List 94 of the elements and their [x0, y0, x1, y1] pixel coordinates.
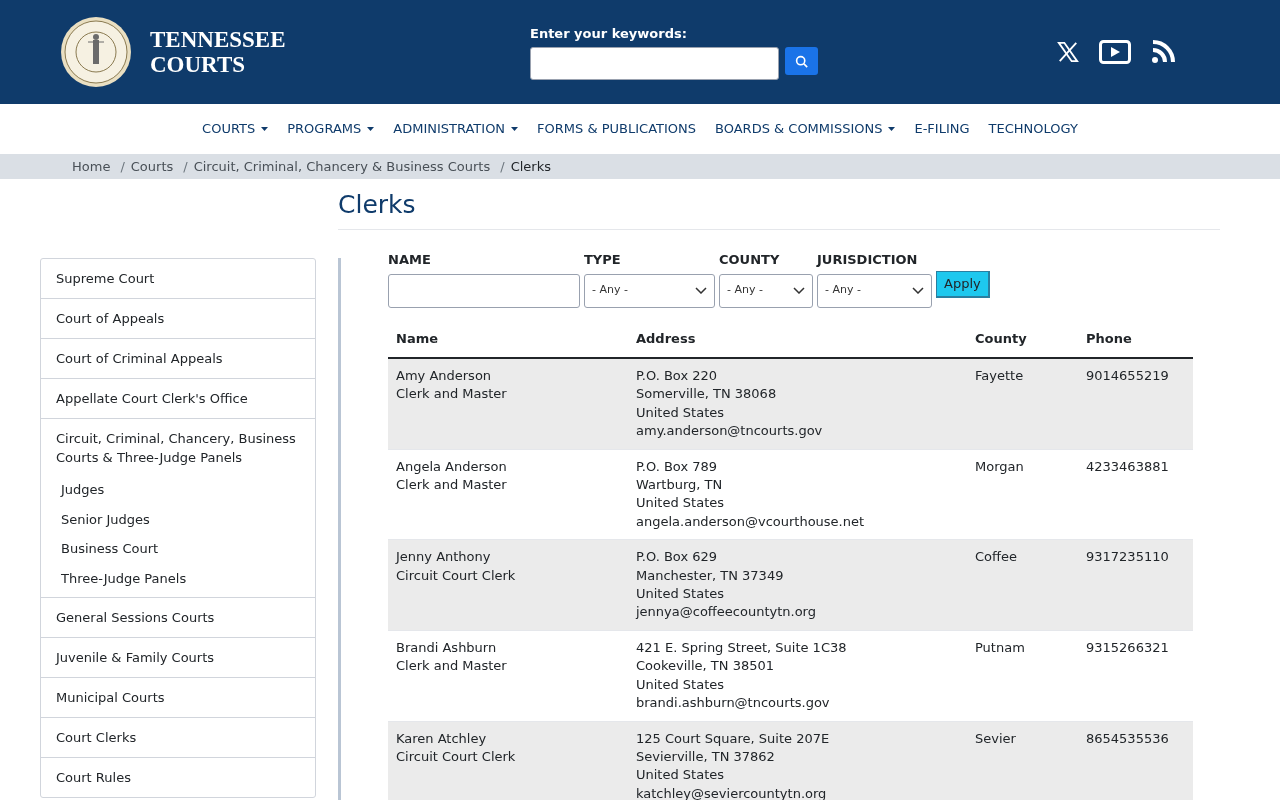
seal-icon — [60, 16, 132, 88]
table-cell: brandi.ashburn@tncourts.gov — [636, 694, 830, 713]
table-cell: amy.anderson@tncourts.gov — [636, 422, 823, 441]
table-cell-text: angela.anderson@vcourthouse.net — [636, 512, 865, 531]
sidebar-link[interactable]: Appellate Court Clerk's Office — [41, 379, 315, 418]
table-cell: United States — [636, 494, 725, 513]
table-cell: 125 Court Square, Suite 207E — [636, 729, 830, 748]
sidebar-link[interactable]: Court Clerks — [41, 718, 315, 757]
table-cell: Wartburg, TN — [636, 476, 723, 495]
sidebar-link[interactable]: General Sessions Courts — [41, 598, 315, 637]
table-cell-text: United States — [636, 675, 725, 694]
table-cell: United States — [636, 585, 725, 604]
page-title: Clerks — [338, 179, 1220, 230]
table-cell-text: 9315266321 — [1086, 638, 1169, 657]
column-header: Address — [628, 319, 967, 358]
filter-label: TYPE — [584, 251, 622, 269]
nav-link[interactable]: TECHNOLOGY — [988, 119, 1078, 139]
nav-link[interactable]: PROGRAMS — [287, 119, 375, 139]
table-cell: Somerville, TN 38068 — [636, 385, 777, 404]
chevron-down-icon — [912, 287, 924, 294]
nav-link[interactable]: E-FILING — [914, 119, 970, 139]
table-cell-text: 421 E. Spring Street, Suite 1C38 — [636, 638, 847, 657]
table-cell: Jenny Anthony — [396, 548, 491, 567]
table-cell-text: Fayette — [975, 367, 1024, 385]
column-header: Name — [388, 319, 628, 358]
table-cell: Cookeville, TN 38501 — [636, 657, 774, 676]
breadcrumb-link[interactable]: Circuit, Criminal, Chancery & Business Courts — [193, 156, 491, 177]
sidebar-link[interactable]: Supreme Court — [41, 259, 315, 298]
breadcrumb-link[interactable]: Home — [72, 156, 111, 177]
table-cell-text: P.O. Box 789 — [636, 457, 718, 476]
sidebar-link[interactable]: Municipal Courts — [41, 678, 315, 717]
filter-label: JURISDICTION — [817, 251, 919, 269]
table-cell-text: Morgan — [975, 457, 1024, 476]
sidebar-link[interactable]: Court Rules — [41, 758, 315, 797]
table-cell: 8654535536 — [1086, 729, 1169, 748]
table-cell: P.O. Box 629 — [636, 548, 718, 567]
video-icon[interactable] — [1099, 40, 1131, 64]
table-cell: Coffee — [975, 548, 1017, 567]
table-cell-text: Manchester, TN 37349 — [636, 566, 784, 585]
table-cell-text: Brandi Ashburn — [396, 638, 497, 657]
column-header: County — [967, 319, 1078, 358]
search-button[interactable] — [785, 47, 818, 76]
nav-link[interactable]: FORMS & PUBLICATIONS — [537, 119, 696, 139]
table-cell-text: United States — [636, 403, 725, 422]
filter-dropdown[interactable]: - Any - — [817, 273, 932, 308]
sidebar-sublink[interactable]: Judges — [41, 475, 315, 505]
table-cell: Clerk and Master — [396, 657, 507, 676]
breadcrumb-current: Clerks — [510, 157, 551, 176]
table-cell-text: Sevierville, TN 37862 — [636, 747, 775, 766]
table-cell: Clerk and Master — [396, 385, 507, 404]
breadcrumb-link[interactable]: Courts — [130, 156, 174, 177]
sidebar-link[interactable]: Court of Criminal Appeals — [41, 339, 315, 378]
rss-icon[interactable] — [1151, 40, 1175, 64]
breadcrumb-separator: / — [120, 157, 125, 176]
sidebar-link[interactable]: Juvenile & Family Courts — [41, 638, 315, 677]
breadcrumb-separator: / — [500, 157, 505, 176]
name-field[interactable] — [388, 273, 580, 308]
search-icon — [795, 54, 808, 68]
table-cell-text: 4233463881 — [1086, 457, 1169, 476]
sidebar-sublink[interactable]: Senior Judges — [41, 504, 315, 534]
site-title[interactable]: TENNESSEE COURTS — [150, 27, 286, 77]
table-cell: Karen Atchley — [396, 729, 487, 748]
table-cell-text: Amy Anderson — [396, 367, 492, 385]
table-cell: Clerk and Master — [396, 476, 507, 495]
apply-button[interactable]: Apply — [936, 271, 990, 298]
nav-link[interactable]: ADMINISTRATION — [393, 119, 519, 139]
table-cell-text: Putnam — [975, 638, 1025, 657]
x-icon[interactable] — [1057, 41, 1079, 63]
table-cell: katchley@seviercountytn.org — [636, 784, 827, 800]
chevron-down-icon — [793, 287, 805, 294]
table-cell-text: Angela Anderson — [396, 457, 507, 476]
sidebar-link[interactable]: Circuit, Criminal, Chancery, Business Courts & Three-Judge Panels — [41, 419, 315, 477]
table-cell-text: P.O. Box 220 — [636, 367, 718, 385]
filter-dropdown[interactable]: - Any - — [584, 273, 715, 308]
chevron-down-icon — [695, 287, 707, 294]
column-header: Phone — [1078, 319, 1193, 358]
table-cell: 9317235110 — [1086, 548, 1169, 567]
sidebar-link[interactable]: Court of Appeals — [41, 299, 315, 338]
nav-link[interactable]: BOARDS & COMMISSIONS — [715, 119, 896, 139]
table-cell-text: 9014655219 — [1086, 367, 1169, 385]
table-cell-text: Circuit Court Clerk — [396, 566, 516, 585]
sidebar-sublink[interactable]: Business Court — [41, 534, 315, 564]
table-cell: Sevier — [975, 729, 1016, 748]
breadcrumb-separator: / — [183, 157, 188, 176]
filter-label: NAME — [388, 251, 432, 269]
search-label: Enter your keywords: — [530, 24, 688, 43]
table-cell: jennya@coffeecountytn.org — [636, 603, 816, 622]
search-field[interactable] — [530, 47, 779, 81]
sidebar-sublink[interactable]: Three-Judge Panels — [41, 563, 315, 593]
table-cell-text: Circuit Court Clerk — [396, 747, 516, 766]
nav-link[interactable]: COURTS — [202, 119, 269, 139]
filter-dropdown[interactable]: - Any - — [719, 273, 813, 308]
table-cell: United States — [636, 766, 725, 785]
filter-label: COUNTY — [719, 251, 781, 269]
